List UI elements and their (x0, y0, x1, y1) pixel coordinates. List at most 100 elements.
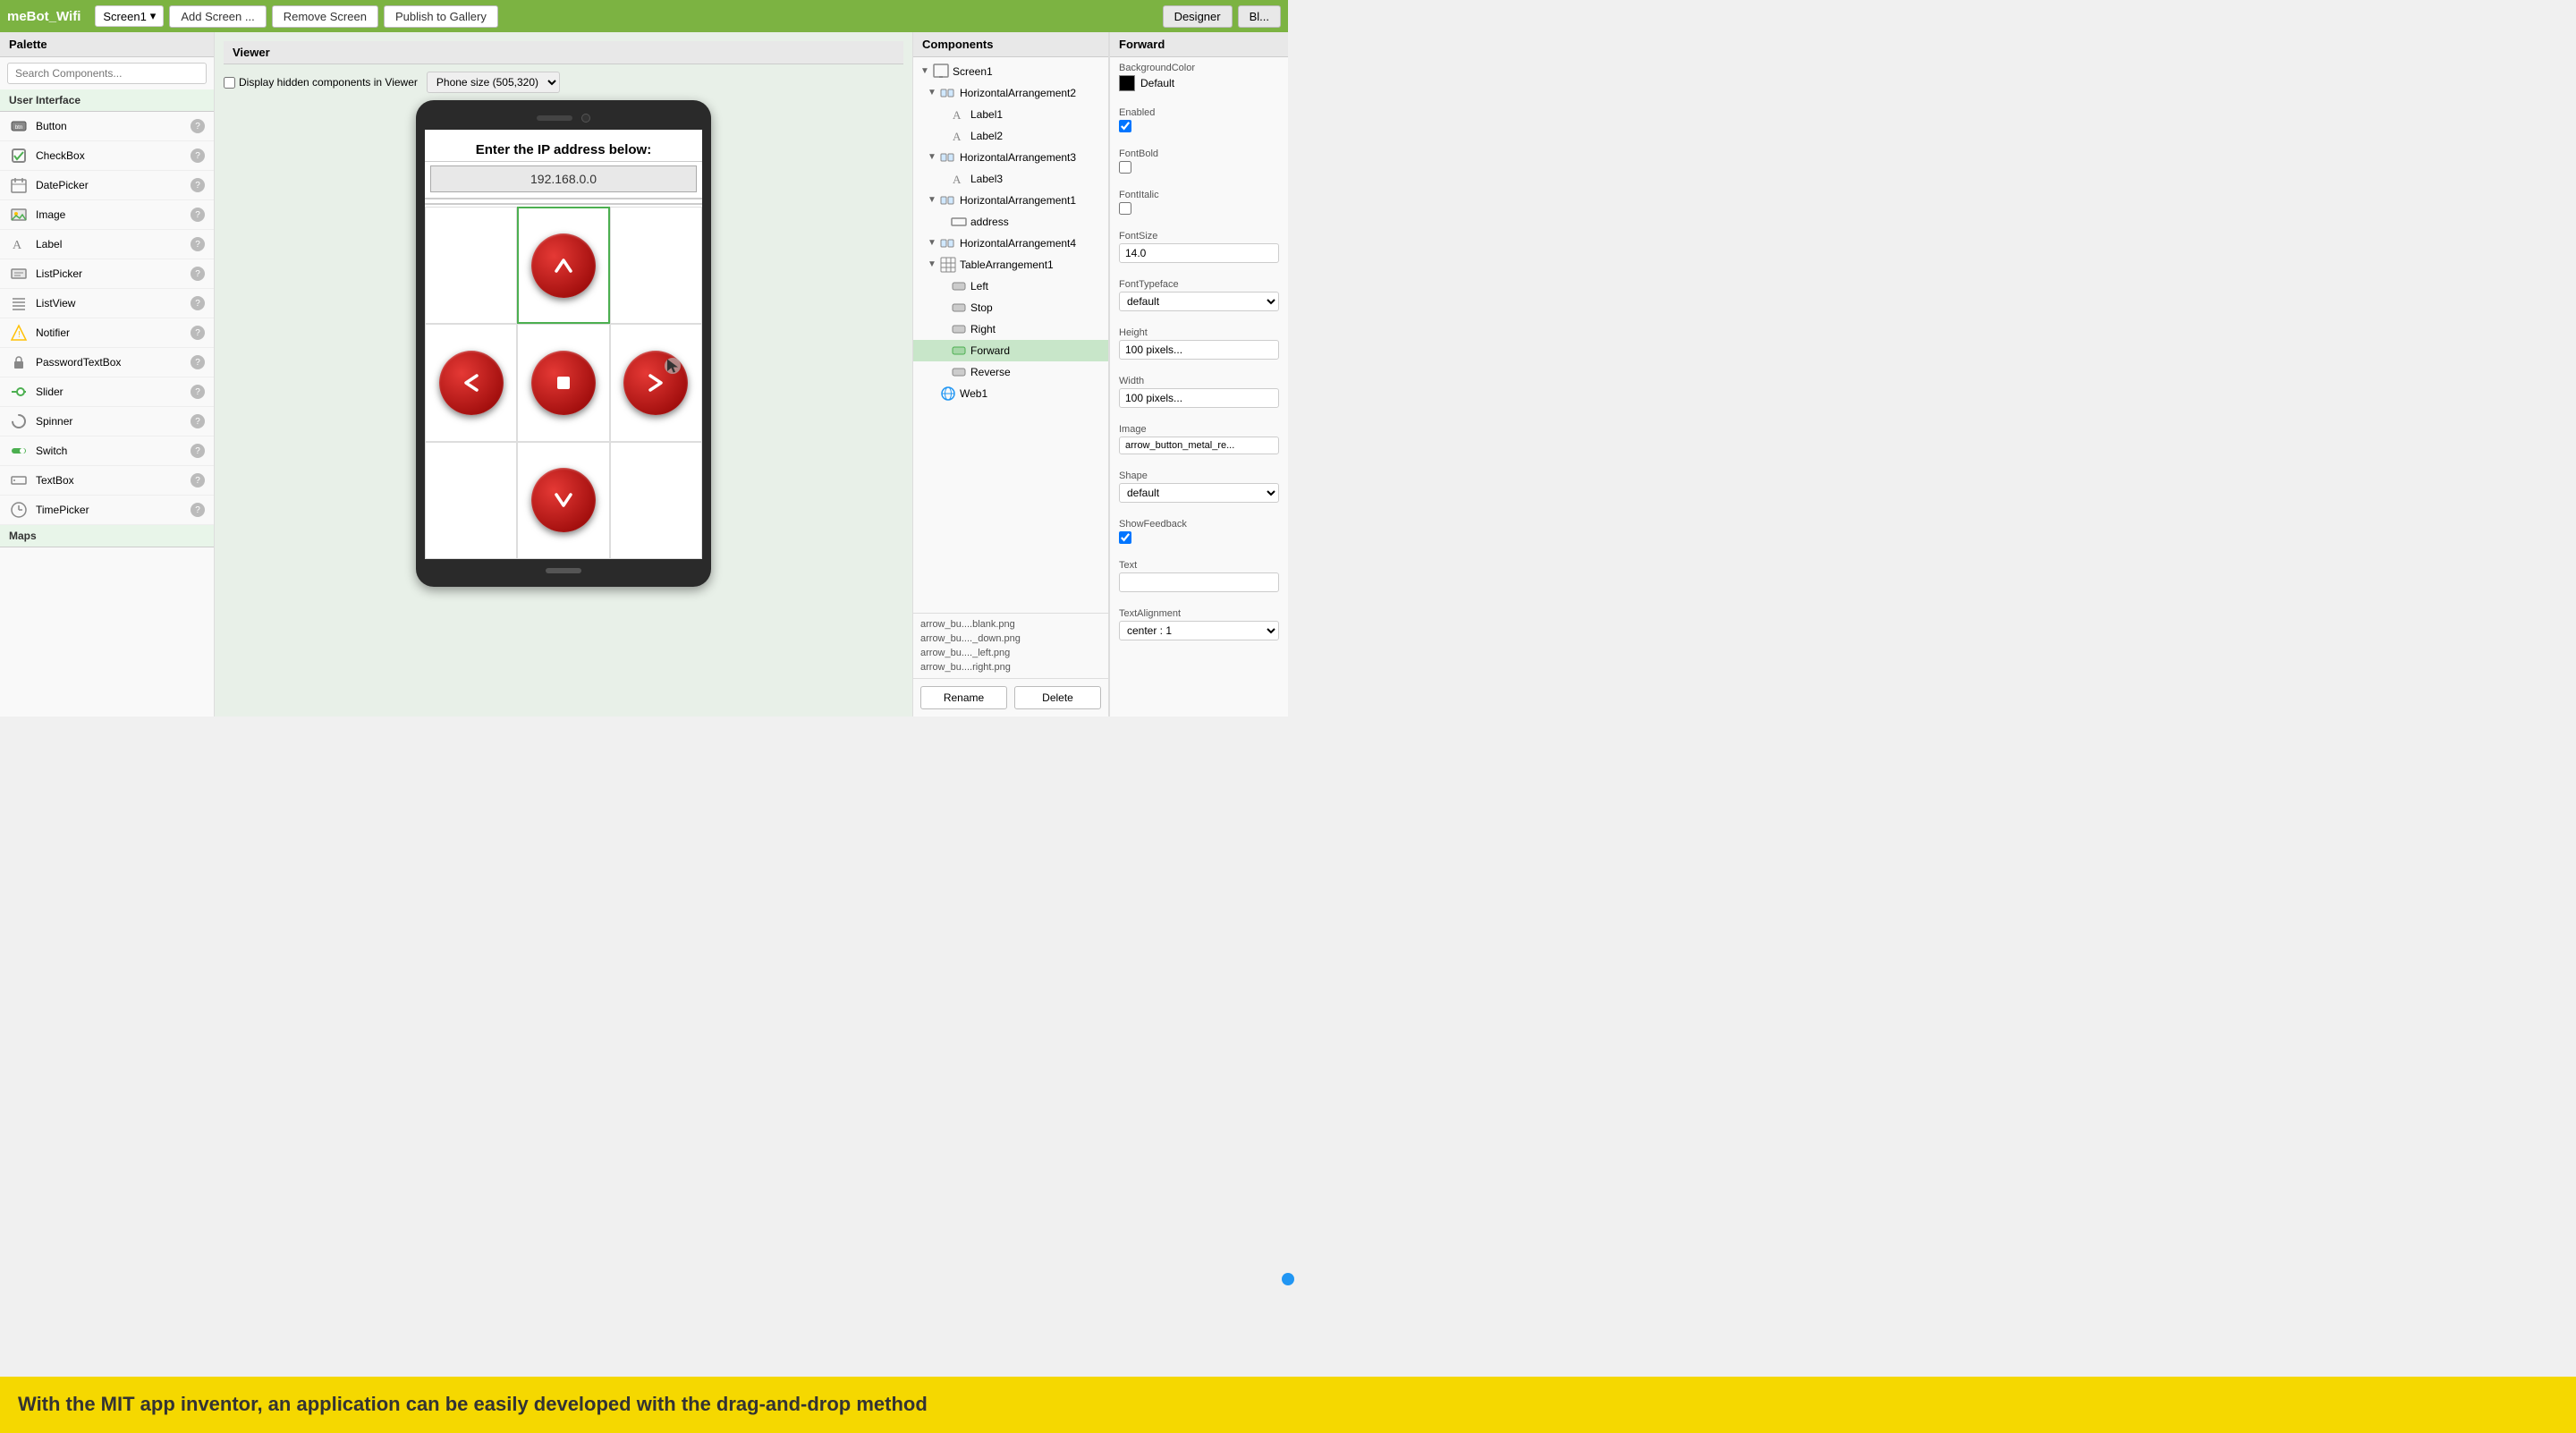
prop-fontsize-value[interactable]: 14.0 (1119, 243, 1279, 263)
comp-stop[interactable]: Stop (913, 297, 1108, 318)
prop-width-value[interactable]: 100 pixels... (1119, 388, 1279, 408)
comp-right[interactable]: Right (913, 318, 1108, 340)
comp-label2[interactable]: A Label2 (913, 125, 1108, 147)
phone-camera-row (537, 114, 590, 123)
palette-item-checkbox[interactable]: CheckBox ? (0, 141, 214, 171)
toggle-screen1[interactable]: ▼ (920, 66, 931, 77)
topbar: meBot_Wifi Screen1 ▾ Add Screen ... Remo… (0, 0, 1288, 32)
help-slider-icon[interactable]: ? (191, 385, 205, 399)
palette-item-timepicker[interactable]: TimePicker ? (0, 496, 214, 525)
cell-stop[interactable] (517, 324, 609, 441)
help-switch-icon[interactable]: ? (191, 444, 205, 458)
help-timepicker-icon[interactable]: ? (191, 503, 205, 517)
toggle-ha1[interactable]: ▼ (928, 195, 938, 206)
prop-text-input[interactable] (1119, 572, 1279, 592)
help-notifier-icon[interactable]: ? (191, 326, 205, 340)
publish-button[interactable]: Publish to Gallery (384, 5, 498, 28)
prop-image-label: Image (1119, 424, 1279, 435)
palette-item-image[interactable]: Image ? (0, 200, 214, 230)
help-checkbox-icon[interactable]: ? (191, 148, 205, 163)
palette-item-passwordtextbox[interactable]: PasswordTextBox ? (0, 348, 214, 377)
phone-size-select[interactable]: Phone size (505,320) (427, 72, 560, 93)
palette-item-textbox[interactable]: TextBox ? (0, 466, 214, 496)
delete-button[interactable]: Delete (1014, 686, 1101, 709)
help-label-icon[interactable]: ? (191, 237, 205, 251)
stop-button[interactable] (531, 351, 596, 415)
comp-reverse[interactable]: Reverse (913, 361, 1108, 383)
ta1-icon (940, 257, 956, 273)
prop-height-value[interactable]: 100 pixels... (1119, 340, 1279, 360)
comp-ha4[interactable]: ▼ HorizontalArrangement4 (913, 233, 1108, 254)
prop-enabled-checkbox[interactable] (1119, 120, 1131, 132)
help-image-icon[interactable]: ? (191, 208, 205, 222)
palette-item-listpicker[interactable]: ListPicker ? (0, 259, 214, 289)
toggle-ta1[interactable]: ▼ (928, 259, 938, 270)
comp-web1[interactable]: Web1 (913, 383, 1108, 404)
cell-forward[interactable] (517, 207, 609, 324)
palette-item-switch[interactable]: Switch ? (0, 437, 214, 466)
cell-left[interactable] (425, 324, 517, 441)
palette-item-datepicker[interactable]: DatePicker ? (0, 171, 214, 200)
comp-screen1[interactable]: ▼ Screen1 (913, 61, 1108, 82)
palette-item-slider[interactable]: Slider ? (0, 377, 214, 407)
reverse-button[interactable] (531, 468, 596, 532)
comp-ta1[interactable]: ▼ TableArrangement1 (913, 254, 1108, 276)
palette-item-label[interactable]: A Label ? (0, 230, 214, 259)
prop-fonttypeface-select[interactable]: default (1119, 292, 1279, 311)
toggle-ha2[interactable]: ▼ (928, 88, 938, 98)
comp-address[interactable]: address (913, 211, 1108, 233)
viewer-panel: Viewer Display hidden components in View… (215, 32, 912, 716)
search-input[interactable] (7, 63, 207, 84)
help-listview-icon[interactable]: ? (191, 296, 205, 310)
prop-fontbold-checkbox[interactable] (1119, 161, 1131, 174)
help-textbox-icon[interactable]: ? (191, 473, 205, 488)
help-listpicker-icon[interactable]: ? (191, 267, 205, 281)
passwordtextbox-icon (9, 352, 29, 372)
left-button[interactable] (439, 351, 504, 415)
right-icon (951, 321, 967, 337)
comp-left[interactable]: Left (913, 276, 1108, 297)
screen-dropdown[interactable]: Screen1 ▾ (95, 5, 164, 27)
remove-screen-button[interactable]: Remove Screen (272, 5, 378, 28)
help-spinner-icon[interactable]: ? (191, 414, 205, 428)
help-datepicker-icon[interactable]: ? (191, 178, 205, 192)
palette-item-notifier[interactable]: ! Notifier ? (0, 318, 214, 348)
palette-item-button[interactable]: btn Button ? (0, 112, 214, 141)
prop-fontbold-label: FontBold (1119, 148, 1279, 159)
prop-text-section: Text (1110, 555, 1288, 603)
prop-textalignment-select[interactable]: center : 1 (1119, 621, 1279, 640)
palette-item-spinner[interactable]: Spinner ? (0, 407, 214, 437)
add-screen-button[interactable]: Add Screen ... (169, 5, 266, 28)
right-button[interactable] (623, 351, 688, 415)
ha3-icon (940, 149, 956, 165)
prop-showfeedback-checkbox[interactable] (1119, 531, 1131, 544)
ip-input[interactable]: 192.168.0.0 (430, 165, 697, 192)
help-passwordtextbox-icon[interactable]: ? (191, 355, 205, 369)
toggle-ha4[interactable]: ▼ (928, 238, 938, 249)
prop-bgcolor-value: Default (1140, 77, 1174, 89)
designer-button[interactable]: Designer (1163, 5, 1233, 28)
cell-reverse[interactable] (517, 442, 609, 559)
hidden-components-checkbox[interactable] (224, 77, 235, 89)
comp-label1[interactable]: A Label1 (913, 104, 1108, 125)
comp-forward[interactable]: Forward (913, 340, 1108, 361)
comp-ha1[interactable]: ▼ HorizontalArrangement1 (913, 190, 1108, 211)
comp-ha3[interactable]: ▼ HorizontalArrangement3 (913, 147, 1108, 168)
help-button-icon[interactable]: ? (191, 119, 205, 133)
comp-ha2-label: HorizontalArrangement2 (960, 87, 1076, 99)
textbox-icon (9, 471, 29, 490)
prop-shape-select[interactable]: default (1119, 483, 1279, 503)
prop-fontitalic-section: FontItalic (1110, 184, 1288, 225)
cell-right[interactable] (610, 324, 702, 441)
prop-color-box[interactable] (1119, 75, 1135, 91)
blocks-button[interactable]: Bl... (1238, 5, 1281, 28)
toggle-ha3[interactable]: ▼ (928, 152, 938, 163)
palette-item-listview[interactable]: ListView ? (0, 289, 214, 318)
prop-image-value[interactable]: arrow_button_metal_re... (1119, 437, 1279, 454)
palette-header: Palette (0, 32, 214, 57)
prop-fontitalic-checkbox[interactable] (1119, 202, 1131, 215)
rename-button[interactable]: Rename (920, 686, 1007, 709)
forward-button[interactable] (531, 233, 596, 298)
comp-ha2[interactable]: ▼ HorizontalArrangement2 (913, 82, 1108, 104)
comp-label3[interactable]: A Label3 (913, 168, 1108, 190)
